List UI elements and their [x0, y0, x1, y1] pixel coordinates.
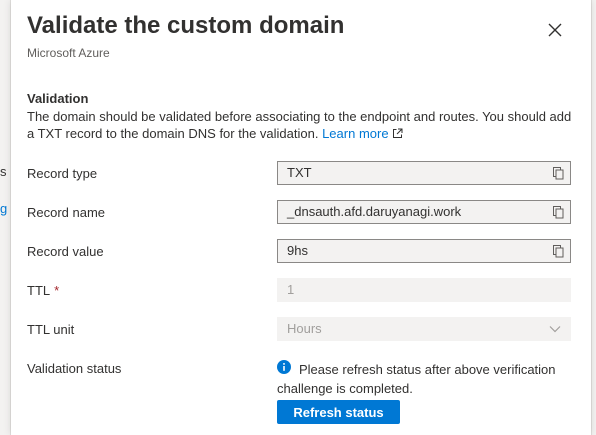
section-heading: Validation — [27, 91, 89, 106]
ttl-input[interactable]: 1 — [277, 278, 571, 302]
background-blade: s g — [0, 0, 11, 435]
record-name-value: _dnsauth.afd.daruyanagi.work — [287, 204, 462, 219]
page-subtitle: Microsoft Azure — [27, 46, 110, 60]
record-value-value: 9hs — [287, 243, 308, 258]
learn-more-link[interactable]: Learn more — [322, 126, 403, 141]
scrollbar-edge — [591, 0, 596, 435]
required-asterisk: * — [54, 283, 60, 298]
refresh-status-button[interactable]: Refresh status — [277, 400, 400, 424]
record-name-label: Record name — [27, 205, 106, 220]
record-type-value: TXT — [287, 165, 312, 180]
validation-status-message: Please refresh status after above verifi… — [277, 362, 556, 396]
background-text-fragment: s — [0, 164, 7, 179]
record-name-field[interactable]: _dnsauth.afd.daruyanagi.work — [277, 200, 571, 224]
copy-icon[interactable] — [551, 244, 565, 258]
ttl-value: 1 — [287, 282, 295, 297]
close-icon — [548, 23, 562, 37]
record-value-field[interactable]: 9hs — [277, 239, 571, 263]
copy-icon[interactable] — [551, 205, 565, 219]
background-link-fragment[interactable]: g — [0, 201, 7, 216]
ttl-unit-dropdown[interactable]: Hours — [277, 317, 571, 341]
validate-domain-panel: Validate the custom domain Microsoft Azu… — [11, 0, 591, 435]
external-link-icon — [392, 128, 403, 138]
section-description: The domain should be validated before as… — [27, 108, 572, 142]
page-title: Validate the custom domain — [27, 12, 345, 39]
ttl-label: TTL * — [27, 283, 60, 298]
record-type-label: Record type — [27, 166, 98, 181]
description-text: The domain should be validated before as… — [27, 109, 572, 141]
validation-status-label: Validation status — [27, 361, 122, 376]
close-button[interactable] — [543, 18, 567, 42]
copy-icon[interactable] — [551, 166, 565, 180]
record-type-field[interactable]: TXT — [277, 161, 571, 185]
ttl-unit-value: Hours — [287, 321, 322, 336]
chevron-down-icon — [549, 326, 561, 333]
ttl-unit-label: TTL unit — [27, 322, 75, 337]
record-value-label: Record value — [27, 244, 104, 259]
